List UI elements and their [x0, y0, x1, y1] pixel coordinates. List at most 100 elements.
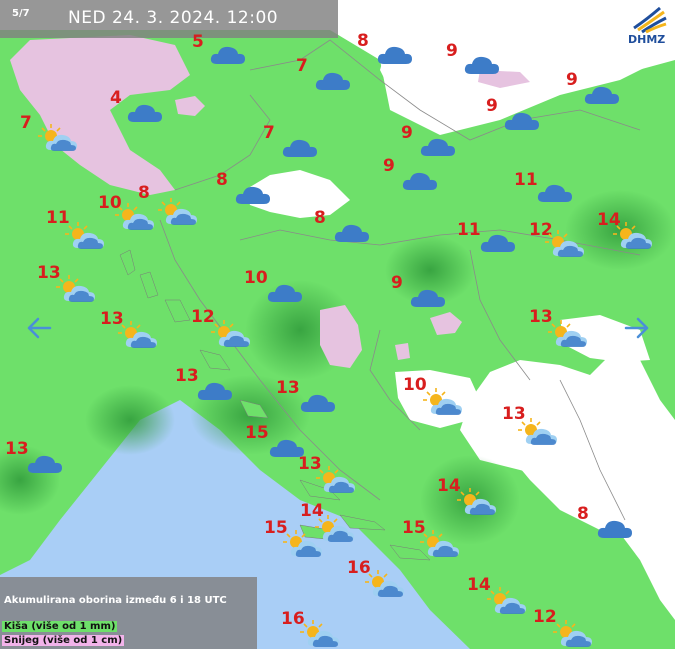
cloud-icon [464, 56, 499, 74]
logo-text: DHMZ [628, 33, 666, 46]
dhmz-logo: DHMZ [626, 0, 670, 46]
station-weather-icon [613, 222, 653, 249]
partly-cloudy-icon [115, 203, 154, 230]
cloud-icon [420, 138, 455, 156]
next-frame-button[interactable] [622, 313, 652, 343]
station-temperature: 8 [216, 170, 228, 190]
cloud-icon [27, 455, 62, 473]
partly-cloudy-icon [158, 198, 197, 225]
station-weather-icon [38, 124, 78, 151]
partly-cloudy-icon [518, 418, 557, 445]
station-weather-icon [280, 135, 320, 161]
station-temperature: 9 [383, 156, 395, 176]
station-temperature: 7 [20, 113, 32, 133]
cloud-icon [300, 394, 335, 412]
cloud-icon [267, 284, 302, 302]
cloud-icon [197, 382, 232, 400]
station-weather-icon [457, 488, 497, 515]
partly-cloudy-icon [545, 230, 584, 257]
station-temperature: 8 [138, 183, 150, 203]
station-temperature: 5 [192, 32, 204, 52]
station-temperature: 9 [391, 273, 403, 293]
partly-cloudy-icon [300, 620, 339, 647]
legend-rain: Kiša (više od 1 mm) [2, 621, 118, 632]
station-temperature: 8 [577, 504, 589, 524]
station-weather-icon [115, 203, 155, 230]
station-weather-icon [332, 220, 372, 246]
station-weather-icon [423, 388, 463, 415]
previous-frame-button[interactable] [24, 313, 54, 343]
cloud-icon [334, 224, 369, 242]
partly-cloudy-icon [283, 530, 322, 557]
station-weather-icon [487, 587, 527, 614]
map-header: 5/7 NED 24. 3. 2024. 12:00 [0, 0, 338, 38]
station-weather-icon [535, 180, 575, 206]
partly-cloudy-icon [316, 466, 355, 493]
partly-cloudy-icon [38, 124, 77, 151]
station-temperature: 9 [446, 41, 458, 61]
map-legend: Akumulirana oborina između 6 i 18 UTC Ki… [0, 577, 257, 649]
station-weather-icon [545, 230, 585, 257]
partly-cloudy-icon [457, 488, 496, 515]
station-weather-icon [25, 451, 65, 477]
station-weather-icon [502, 108, 542, 134]
legend-title: Akumulirana oborina između 6 i 18 UTC [4, 595, 227, 606]
partly-cloudy-icon [365, 570, 404, 597]
station-weather-icon [478, 230, 518, 256]
station-weather-icon [400, 168, 440, 194]
station-weather-icon [518, 418, 558, 445]
station-temperature: 4 [110, 88, 122, 108]
forecast-datetime: NED 24. 3. 2024. 12:00 [68, 8, 279, 28]
partly-cloudy-icon [420, 530, 459, 557]
legend-snow: Snijeg (više od 1 cm) [2, 635, 125, 646]
station-temperature: 9 [401, 123, 413, 143]
station-temperature: 9 [486, 96, 498, 116]
station-weather-icon [300, 620, 340, 647]
station-weather-icon [211, 320, 251, 347]
partly-cloudy-icon [423, 388, 462, 415]
station-weather-icon [195, 378, 235, 404]
partly-cloudy-icon [56, 275, 95, 302]
station-weather-icon [595, 516, 635, 542]
station-weather-icon [462, 52, 502, 78]
station-weather-icon [233, 182, 273, 208]
station-weather-icon [375, 42, 415, 68]
station-temperature: 7 [263, 123, 275, 143]
station-weather-icon [418, 134, 458, 160]
frame-counter: 5/7 [12, 8, 30, 19]
station-weather-icon [265, 280, 305, 306]
arrow-right-icon [624, 317, 649, 339]
cloud-icon [377, 46, 412, 64]
cloud-icon [537, 184, 572, 202]
partly-cloudy-icon [65, 222, 104, 249]
cloud-icon [480, 234, 515, 252]
station-temperature: 13 [276, 378, 300, 398]
cloud-icon [584, 86, 619, 104]
station-temperature: 7 [296, 56, 308, 76]
station-weather-icon [420, 530, 460, 557]
station-temperature: 8 [357, 31, 369, 51]
station-weather-icon [298, 390, 338, 416]
partly-cloudy-icon [211, 320, 250, 347]
station-weather-icon [158, 198, 198, 225]
station-weather-icon [313, 68, 353, 94]
cloud-icon [504, 112, 539, 130]
arrow-left-icon [27, 317, 52, 339]
cloud-icon [597, 520, 632, 538]
cloud-icon [235, 186, 270, 204]
station-weather-icon [118, 321, 158, 348]
cloud-icon [127, 104, 162, 122]
station-weather-icon [582, 82, 622, 108]
station-weather-icon [365, 570, 405, 597]
heavy-rain-4 [85, 385, 175, 455]
station-weather-icon [553, 620, 593, 647]
station-weather-icon [65, 222, 105, 249]
cloud-icon [410, 289, 445, 307]
station-weather-icon [56, 275, 96, 302]
station-temperature: 15 [245, 423, 269, 443]
cloud-icon [210, 46, 245, 64]
station-weather-icon [208, 42, 248, 68]
station-temperature: 8 [314, 208, 326, 228]
partly-cloudy-icon [118, 321, 157, 348]
partly-cloudy-icon [548, 320, 587, 347]
